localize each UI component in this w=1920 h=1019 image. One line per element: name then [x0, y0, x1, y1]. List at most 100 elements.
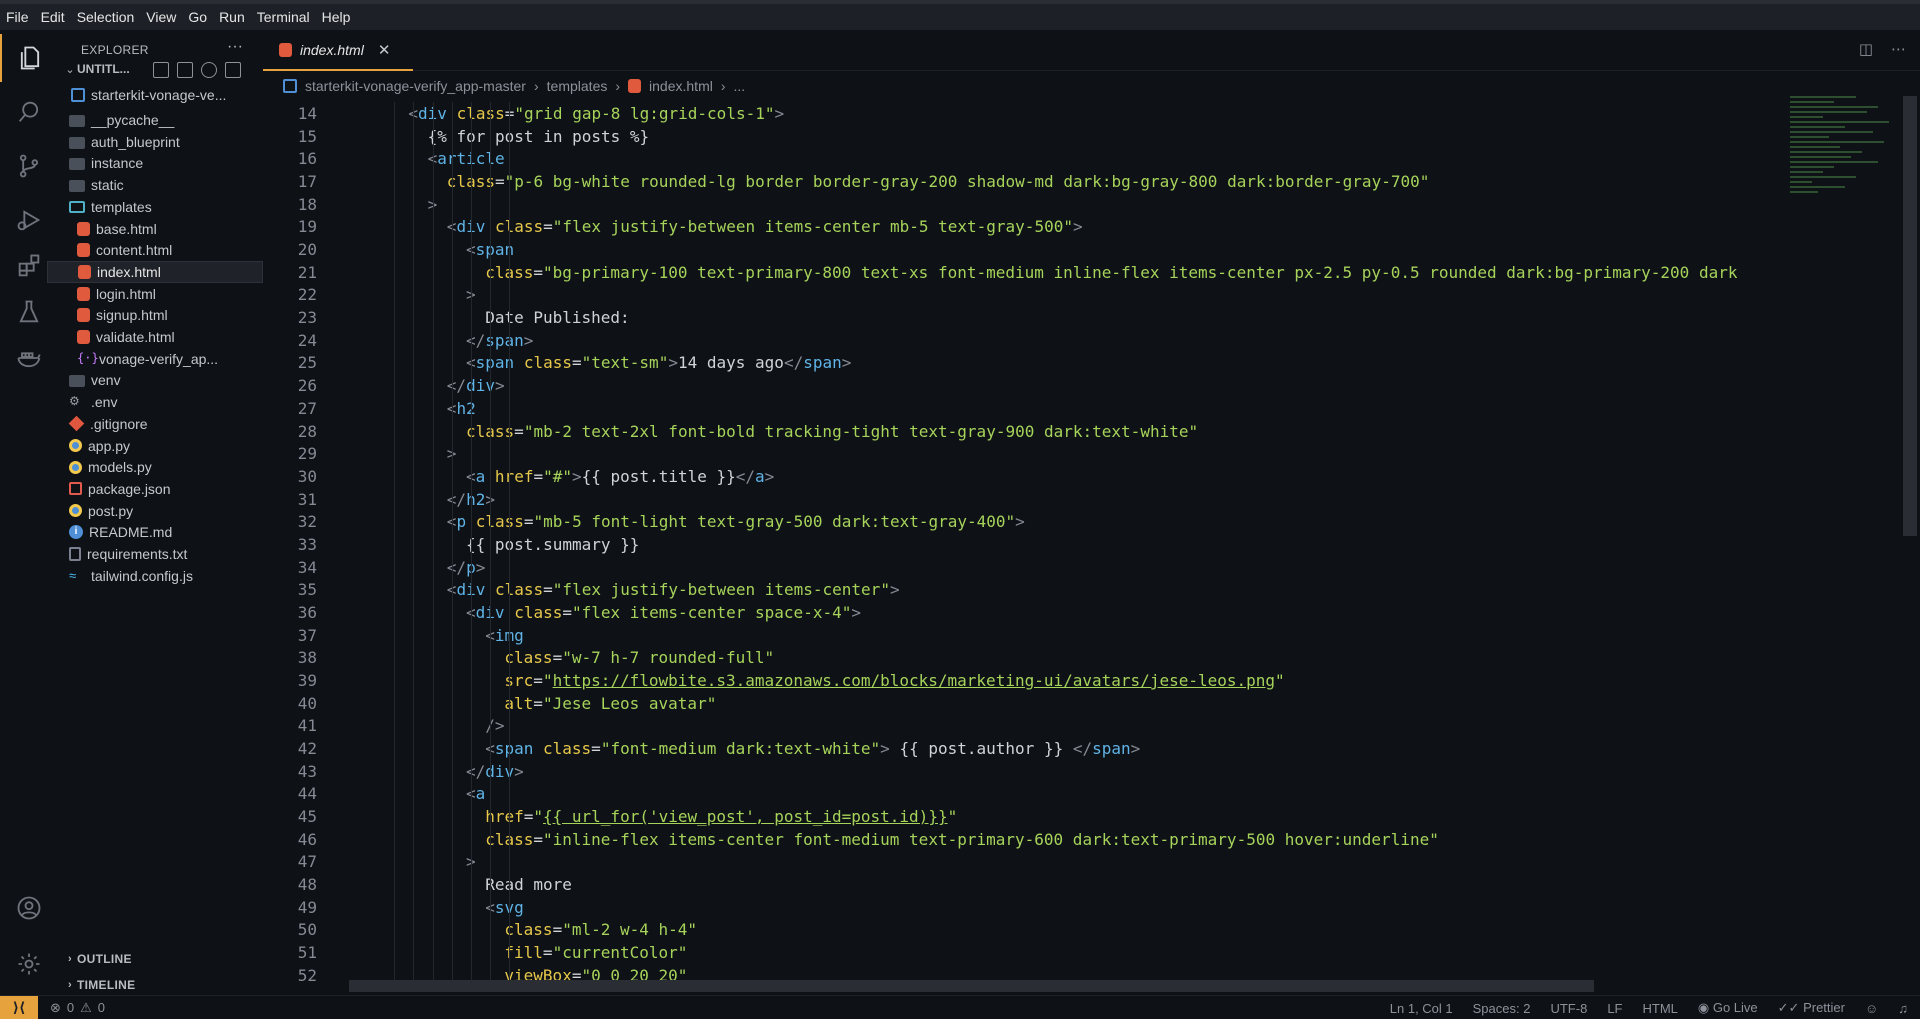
search-icon[interactable]: [0, 88, 57, 136]
menu-help[interactable]: Help: [316, 4, 357, 30]
package-icon: [69, 482, 82, 496]
files-icon[interactable]: [0, 34, 57, 82]
timeline-section[interactable]: › TIMELINE: [57, 973, 263, 997]
remote-indicator[interactable]: ⟩⟨: [0, 995, 38, 1019]
line-number: 42: [297, 739, 317, 759]
tree-item[interactable]: app.py: [57, 435, 263, 457]
go-live-button[interactable]: ◉ Go Live: [1698, 1000, 1758, 1016]
tree-item[interactable]: ⚙ .env: [57, 391, 263, 413]
tree-item-label: post.py: [88, 502, 134, 519]
run-debug-icon[interactable]: [0, 196, 57, 244]
explorer-sidebar: EXPLORER ··· ⌄ UNTITL... starterkit-vona…: [47, 30, 263, 997]
end-of-line[interactable]: LF: [1607, 1001, 1622, 1016]
more-actions-icon[interactable]: ⋯: [1891, 40, 1906, 58]
tree-item-label: app.py: [88, 437, 131, 454]
indent-guide: [451, 102, 453, 982]
menu-view[interactable]: View: [140, 4, 182, 30]
line-number: 19: [297, 217, 317, 237]
tree-item[interactable]: validate.html: [57, 326, 263, 348]
horizontal-scrollbar[interactable]: [349, 980, 1594, 992]
tree-item[interactable]: templates: [57, 196, 263, 218]
language-mode[interactable]: HTML: [1642, 1001, 1677, 1016]
git-icon: [68, 416, 85, 432]
tree-item-label: auth_blueprint: [91, 133, 180, 150]
tree-item[interactable]: login.html: [57, 283, 263, 305]
breadcrumb-symbol[interactable]: ...: [734, 78, 746, 94]
explorer-title: EXPLORER: [81, 43, 149, 57]
tree-item[interactable]: instance: [57, 152, 263, 174]
line-number: 17: [297, 172, 317, 192]
tree-item[interactable]: auth_blueprint: [57, 131, 263, 153]
tree-item[interactable]: requirements.txt: [57, 543, 263, 565]
text-file-icon: [69, 547, 81, 561]
outline-label: OUTLINE: [77, 952, 132, 966]
testing-icon[interactable]: [0, 288, 57, 336]
outline-section[interactable]: › OUTLINE: [57, 947, 263, 971]
close-icon[interactable]: ✕: [378, 41, 391, 59]
tree-item[interactable]: base.html: [57, 218, 263, 240]
tree-item[interactable]: {·} vonage-verify_ap...: [57, 348, 263, 370]
folder-icon: [69, 136, 85, 149]
workspace-folder-icon: [71, 88, 85, 102]
new-folder-icon[interactable]: [177, 62, 193, 78]
tree-item[interactable]: venv: [57, 369, 263, 391]
encoding[interactable]: UTF-8: [1550, 1001, 1587, 1016]
source-control-icon[interactable]: [0, 142, 57, 190]
breadcrumb-templates[interactable]: templates: [547, 78, 608, 94]
line-number: 33: [297, 534, 317, 554]
tree-item[interactable]: index.html: [47, 260, 263, 283]
menu-terminal[interactable]: Terminal: [251, 4, 316, 30]
line-number: 44: [297, 784, 317, 804]
code-text: <div class="flex items-center space-x-4"…: [466, 602, 861, 622]
tree-item[interactable]: .gitignore: [57, 413, 263, 435]
refresh-icon[interactable]: [201, 62, 217, 78]
bell-icon[interactable]: ♫: [1898, 1001, 1908, 1016]
tree-item[interactable]: models.py: [57, 456, 263, 478]
menu-go[interactable]: Go: [182, 4, 213, 30]
account-icon[interactable]: [0, 884, 57, 932]
breadcrumb-root[interactable]: starterkit-vonage-verify_app-master: [305, 78, 526, 94]
code-text: Read more: [485, 875, 572, 895]
tree-root[interactable]: starterkit-vonage-ve...: [57, 82, 263, 108]
tree-item-label: models.py: [88, 459, 152, 476]
tree-item[interactable]: content.html: [57, 239, 263, 261]
indentation[interactable]: Spaces: 2: [1473, 1001, 1531, 1016]
line-number: 21: [297, 262, 317, 282]
tree-item[interactable]: signup.html: [57, 304, 263, 326]
html-file-icon: [77, 308, 90, 323]
collapse-all-icon[interactable]: [225, 62, 241, 78]
tree-item[interactable]: ≈ tailwind.config.js: [57, 565, 263, 587]
cursor-position[interactable]: Ln 1, Col 1: [1390, 1001, 1453, 1016]
line-number: 45: [297, 807, 317, 827]
gear-icon[interactable]: [0, 940, 57, 988]
tree-item[interactable]: post.py: [57, 500, 263, 522]
tree-item[interactable]: __pycache__: [57, 109, 263, 131]
tree-item[interactable]: static: [57, 174, 263, 196]
new-file-icon[interactable]: [153, 62, 169, 78]
code-text: fill="currentColor": [504, 943, 688, 963]
line-number: 47: [297, 852, 317, 872]
minimap[interactable]: [1790, 96, 1900, 236]
folder-open-icon: [69, 200, 85, 213]
breadcrumb-file[interactable]: index.html: [649, 78, 713, 94]
menu-edit[interactable]: Edit: [35, 4, 71, 30]
problems-indicator[interactable]: ⊗ 0 ⚠ 0: [50, 1000, 105, 1016]
docker-icon[interactable]: [0, 334, 57, 382]
chevron-right-icon: ›: [533, 78, 539, 94]
menu-run[interactable]: Run: [213, 4, 251, 30]
prettier-button[interactable]: ✓✓ Prettier: [1778, 1000, 1845, 1016]
tab-index-html[interactable]: index.html ✕: [263, 30, 413, 71]
error-icon: ⊗: [50, 999, 61, 1015]
tree-item[interactable]: i README.md: [57, 521, 263, 543]
menu-selection[interactable]: Selection: [71, 4, 141, 30]
explorer-more-button[interactable]: ···: [227, 38, 243, 56]
feedback-icon[interactable]: ☺: [1865, 1001, 1878, 1016]
code-text: <div class="grid gap-8 lg:grid-cols-1">: [408, 104, 785, 123]
tree-item[interactable]: package.json: [57, 478, 263, 500]
info-icon: i: [69, 525, 83, 540]
menu-file[interactable]: File: [0, 4, 35, 30]
tree-item-label: requirements.txt: [87, 546, 188, 562]
vertical-scrollbar[interactable]: [1903, 96, 1917, 536]
line-number: 48: [297, 875, 317, 895]
split-editor-icon[interactable]: ◫: [1859, 40, 1873, 58]
